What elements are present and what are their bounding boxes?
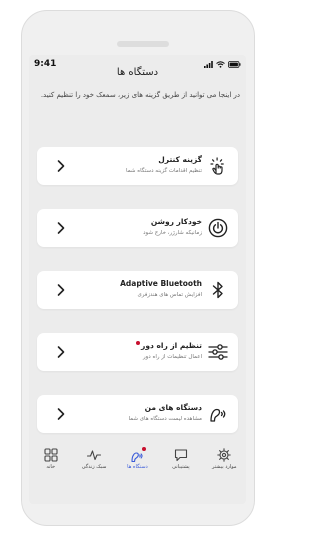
hearing-aid-icon bbox=[210, 408, 226, 422]
app-screen: 9:41 دستگاه ها در اینجا می توانید از طری… bbox=[29, 55, 246, 504]
chevron-right-icon bbox=[57, 222, 65, 234]
chevron-right-icon bbox=[57, 160, 65, 172]
card-text: Adaptive Bluetooth افزایش تماس های هندزف… bbox=[82, 279, 202, 298]
card-title: دستگاه های من bbox=[144, 403, 202, 412]
card-text: تنظیم از راه دور اعمال تنظیمات از راه دو… bbox=[82, 341, 202, 360]
chat-icon bbox=[174, 449, 187, 462]
adaptive-bluetooth-card[interactable]: Adaptive Bluetooth افزایش تماس های هندزف… bbox=[37, 271, 238, 309]
card-title: Adaptive Bluetooth bbox=[120, 279, 202, 288]
touch-control-icon bbox=[210, 157, 224, 175]
notification-dot bbox=[136, 341, 140, 345]
tab-support[interactable]: پشتیبانی bbox=[161, 448, 201, 470]
my-devices-card[interactable]: دستگاه های من مشاهده لیست دستگاه های شما bbox=[37, 395, 238, 433]
activity-icon bbox=[87, 450, 102, 461]
card-subtitle: افزایش تماس های هندزفری bbox=[137, 292, 202, 298]
card-subtitle: تنظیم اقدامات گزینه دستگاه شما bbox=[126, 168, 202, 174]
auto-on-card[interactable]: خودکار روشن زمانیکه شارژر، خارج شود bbox=[37, 209, 238, 247]
tab-label: پشتیبانی bbox=[172, 464, 190, 470]
chevron-right-icon bbox=[57, 284, 65, 296]
remote-adjust-card[interactable]: تنظیم از راه دور اعمال تنظیمات از راه دو… bbox=[37, 333, 238, 371]
grid-icon bbox=[44, 448, 58, 462]
card-title: خودکار روشن bbox=[150, 217, 202, 226]
tab-label: خانه bbox=[46, 464, 56, 470]
tab-label: موارد بیشتر bbox=[211, 464, 237, 470]
phone-speaker bbox=[117, 41, 169, 47]
bottom-tab-bar: خانه سبک زندگی دستگاه ها پشتیبانی موارد … bbox=[29, 443, 246, 504]
tab-label: سبک زندگی bbox=[81, 464, 107, 470]
card-subtitle: زمانیکه شارژر، خارج شود bbox=[143, 230, 202, 236]
sliders-icon bbox=[208, 344, 228, 360]
notification-dot bbox=[142, 447, 147, 451]
hearing-aid-tab-icon bbox=[131, 452, 144, 463]
card-text: دستگاه های من مشاهده لیست دستگاه های شما bbox=[82, 403, 203, 422]
gear-icon bbox=[217, 448, 231, 462]
card-subtitle: مشاهده لیست دستگاه های شما bbox=[128, 416, 203, 422]
tab-label: دستگاه ها bbox=[127, 464, 148, 470]
chevron-right-icon bbox=[57, 408, 65, 420]
tab-more[interactable]: موارد بیشتر bbox=[204, 448, 244, 470]
control-option-card[interactable]: گزینه کنترل تنظیم اقدامات گزینه دستگاه ش… bbox=[37, 147, 238, 185]
tab-devices[interactable]: دستگاه ها bbox=[117, 447, 157, 470]
tab-lifestyle[interactable]: سبک زندگی bbox=[74, 448, 114, 470]
tab-home[interactable]: خانه bbox=[31, 448, 71, 470]
bluetooth-icon bbox=[212, 281, 223, 299]
tab-icon-wrap bbox=[130, 447, 147, 463]
card-title-row: تنظیم از راه دور bbox=[82, 341, 202, 350]
card-text: گزینه کنترل تنظیم اقدامات گزینه دستگاه ش… bbox=[82, 155, 202, 174]
page-title: دستگاه ها bbox=[116, 67, 159, 78]
chevron-right-icon bbox=[57, 346, 65, 358]
intro-text: در اینجا می توانید از طریق گزینه های زیر… bbox=[40, 91, 240, 99]
power-icon bbox=[208, 218, 228, 238]
card-title: تنظیم از راه دور bbox=[141, 341, 202, 350]
card-text: خودکار روشن زمانیکه شارژر، خارج شود bbox=[82, 217, 202, 236]
card-subtitle: اعمال تنظیمات از راه دور bbox=[142, 354, 202, 360]
card-title: گزینه کنترل bbox=[158, 155, 202, 164]
